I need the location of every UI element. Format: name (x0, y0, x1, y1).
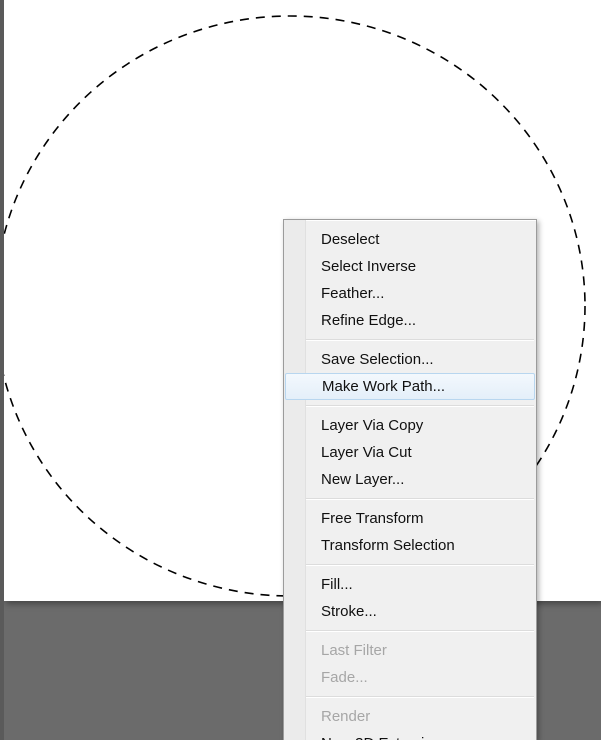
menu-item-save-selection[interactable]: Save Selection... (284, 346, 536, 373)
menu-item-fill[interactable]: Fill... (284, 571, 536, 598)
menu-item-render: Render (321, 708, 371, 725)
menu-separator (306, 498, 534, 500)
menu-item-transform-selection[interactable]: Transform Selection (284, 532, 536, 559)
menu-separator (306, 405, 534, 407)
menu-item-list: Deselect Select Inverse Feather... Refine E… (284, 220, 536, 740)
application-window: Deselect Select Inverse Feather... Refine E… (0, 0, 601, 740)
menu-separator (306, 339, 534, 341)
menu-item-deselect[interactable]: Deselect (284, 226, 536, 253)
menu-item-last-filter: Last Filter (321, 642, 387, 659)
menu-item-layer-via-cut[interactable]: Layer Via Cut (284, 439, 536, 466)
menu-item-stroke[interactable]: Stroke... (284, 598, 536, 625)
menu-item-select-inverse[interactable]: Select Inverse (284, 253, 536, 280)
menu-item-free-transform[interactable]: Free Transform (284, 505, 536, 532)
application-frame-left-edge (0, 0, 4, 740)
menu-item-layer-via-copy[interactable]: Layer Via Copy (284, 412, 536, 439)
menu-item-make-work-path[interactable]: Make Work Path... (285, 373, 535, 400)
selection-context-menu[interactable]: Deselect Select Inverse Feather... Refine E… (283, 219, 537, 740)
menu-item-refine-edge[interactable]: Refine Edge... (284, 307, 536, 334)
menu-separator (306, 696, 534, 698)
menu-separator (306, 564, 534, 566)
menu-item-fade: Fade... (321, 669, 368, 686)
menu-item-feather[interactable]: Feather... (284, 280, 536, 307)
menu-item-new-layer[interactable]: New Layer... (284, 466, 536, 493)
menu-item-new-3d-extrusion[interactable]: New 3D Extrusion (284, 730, 536, 740)
menu-separator (306, 630, 534, 632)
